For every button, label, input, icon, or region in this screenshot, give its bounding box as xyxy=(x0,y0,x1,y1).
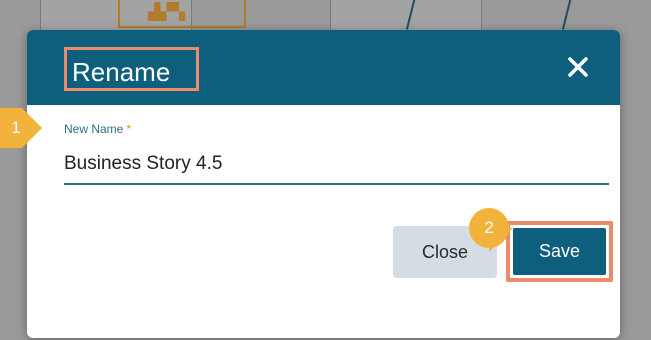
close-icon[interactable] xyxy=(564,53,592,81)
new-name-input[interactable] xyxy=(64,145,609,185)
step-number: 1 xyxy=(11,118,21,137)
required-mark: * xyxy=(126,122,132,136)
background-line xyxy=(561,0,573,30)
dialog-title: Rename xyxy=(64,47,199,91)
step-marker-1: 1 xyxy=(0,108,42,148)
new-name-label-text: New Name xyxy=(64,122,124,136)
save-button[interactable]: Save xyxy=(513,228,606,275)
step-number: 2 xyxy=(484,218,494,237)
background-chart-icon: ▟▞▚ xyxy=(148,2,185,21)
rename-dialog: Rename New Name* Close Save xyxy=(27,30,620,338)
dialog-header: Rename xyxy=(27,30,620,105)
step-marker-2: 2 xyxy=(469,208,513,252)
new-name-label: New Name * xyxy=(64,122,131,136)
screen: ▟▞▚ Rename New Name* Close Save 1 xyxy=(0,0,651,340)
